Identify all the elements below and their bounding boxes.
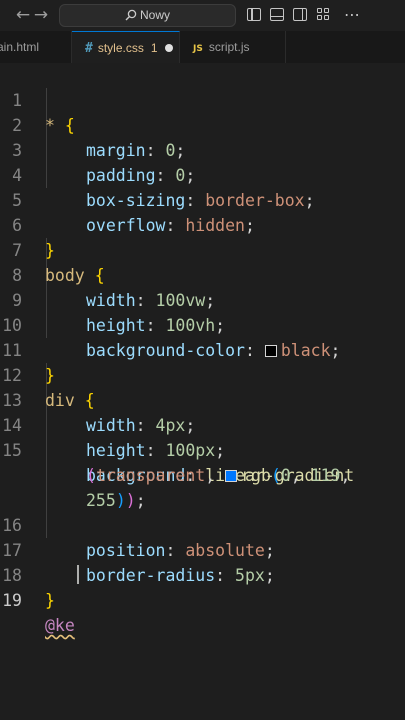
title-bar: ← → Nowy ⋯ — [0, 0, 405, 32]
code-editor[interactable]: 1 * { 2 margin: 0; 3 padding: 0; 4 box-s… — [0, 63, 405, 720]
code-line-wrap: (transparent, rgb(0, 119, — [86, 466, 351, 485]
text-cursor — [77, 565, 79, 584]
code-line: 14 height: 100px; — [0, 388, 405, 460]
arrow-right-icon[interactable]: → — [31, 4, 51, 26]
toggle-primary-sidebar-icon[interactable] — [247, 8, 261, 21]
problems-count-badge: 1 — [150, 41, 158, 55]
code-line: 4 box-sizing: border-box; — [0, 138, 405, 210]
code-line-active: 19 @ke — [0, 563, 405, 635]
css-file-icon: # — [85, 41, 93, 56]
code-line: 1 * { — [0, 63, 405, 135]
code-line: 13 width: 4px; — [0, 363, 405, 435]
customize-layout-icon[interactable] — [317, 8, 331, 21]
code-line: 7 body { — [0, 213, 405, 285]
toggle-panel-icon[interactable] — [270, 8, 284, 21]
tab-label: ain.html — [0, 40, 40, 54]
code-line: 9 height: 100vh; — [0, 263, 405, 335]
token-brace: } — [45, 591, 55, 610]
code-line: 2 margin: 0; — [0, 88, 405, 160]
toggle-secondary-sidebar-icon[interactable] — [293, 8, 307, 21]
token-at-rule: @ke — [45, 616, 75, 635]
tab-style-css[interactable]: # style.css 1 — [72, 31, 180, 63]
code-line: 18 } — [0, 538, 405, 610]
line-number: 19 — [2, 591, 22, 610]
search-icon — [125, 9, 137, 21]
code-line: 8 width: 100vw; — [0, 238, 405, 310]
code-line: 3 padding: 0; — [0, 113, 405, 185]
code-line: 15 background: linear-gradient — [0, 413, 405, 485]
unsaved-dot-icon[interactable] — [164, 44, 173, 52]
js-file-icon: JS — [193, 44, 203, 54]
command-center-search[interactable]: Nowy — [59, 4, 236, 27]
code-line: 12 div { — [0, 338, 405, 410]
code-line: 16 position: absolute; — [0, 488, 405, 560]
tab-label: script.js — [208, 40, 250, 54]
tab-label: style.css — [97, 41, 144, 55]
code-line: 5 overflow: hidden; — [0, 163, 405, 235]
editor-tab-bar: ain.html # style.css 1 JS script.js — [0, 31, 405, 64]
code-line-wrap: 255)); — [86, 491, 146, 510]
tab-script-js[interactable]: JS script.js — [180, 31, 286, 63]
arrow-left-icon[interactable]: ← — [13, 4, 33, 26]
code-line: 11 } — [0, 313, 405, 385]
code-line: 17 border-radius: 5px; — [0, 513, 405, 585]
code-line: 6 } — [0, 188, 405, 260]
tab-main-html[interactable]: ain.html — [0, 31, 72, 63]
code-line: 10 background-color: black; — [0, 288, 405, 360]
more-actions-icon[interactable]: ⋯ — [340, 4, 364, 26]
search-label: Nowy — [139, 8, 170, 22]
